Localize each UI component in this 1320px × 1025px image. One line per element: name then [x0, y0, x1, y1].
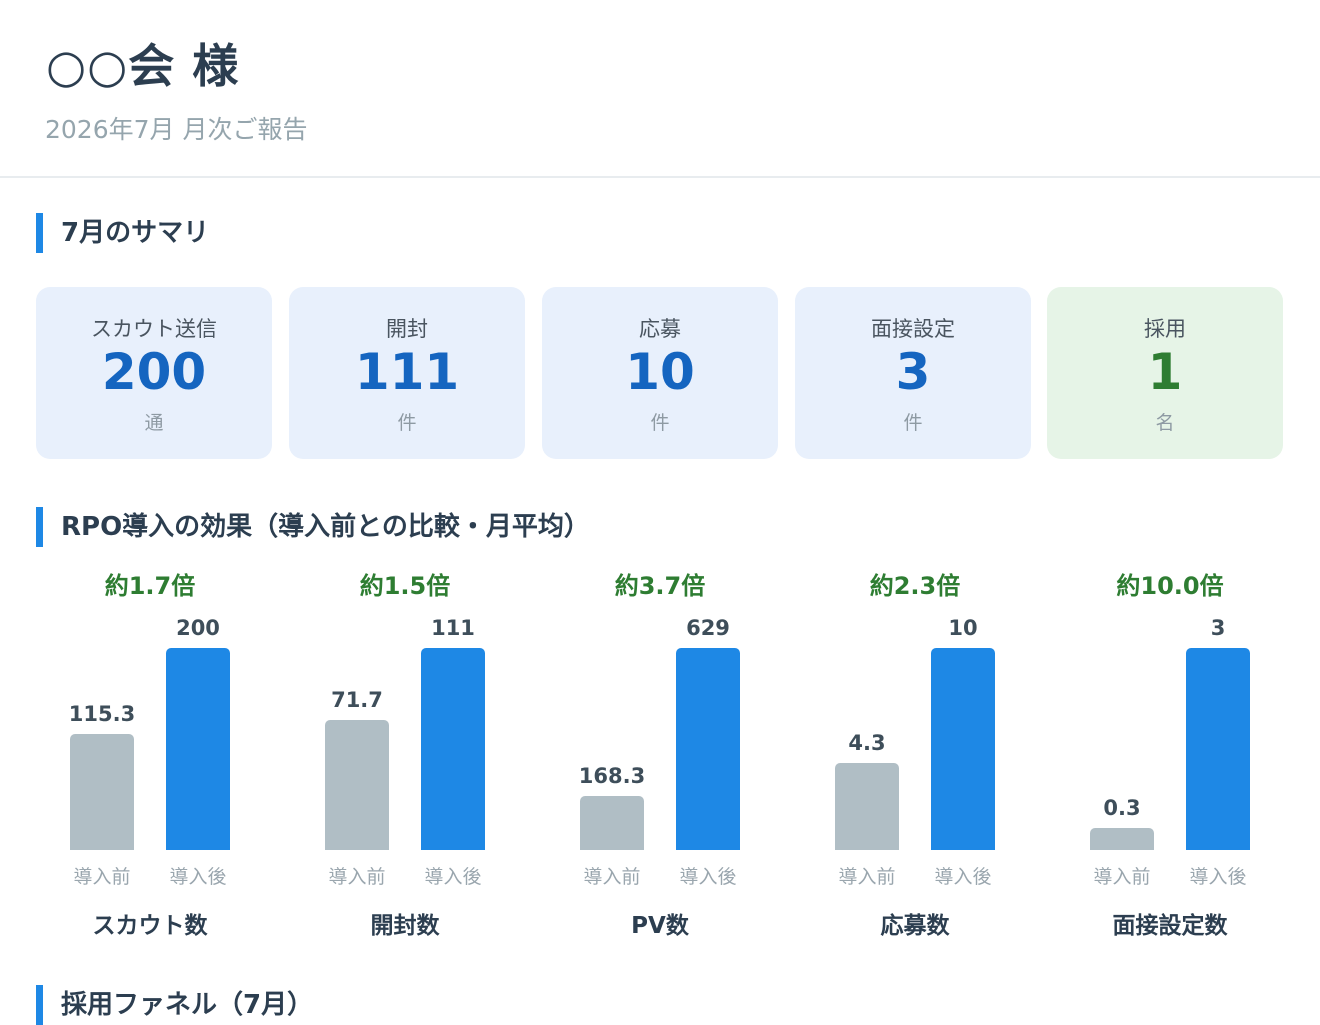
metric-label: 面接設定数	[1112, 913, 1228, 939]
kpi-unit: 件	[650, 412, 670, 434]
chart-interview: 約10.0倍 0.3 3 導入前 導入後 面接設定数	[1056, 560, 1311, 940]
kpi-card-hire: 採用 1 名	[1047, 287, 1283, 459]
kpi-card-open: 開封 111 件	[289, 287, 525, 459]
kpi-value: 10	[625, 343, 695, 401]
comparison-charts: 約1.7倍 115.3 200 導入前 導入後 スカウト数 約1.5倍 71.7…	[0, 560, 1320, 940]
metric-label: スカウト数	[92, 913, 208, 939]
bar-before	[580, 795, 644, 850]
bar-value-before: 115.3	[68, 701, 136, 726]
bar-before	[835, 763, 899, 850]
kpi-value: 200	[101, 343, 207, 401]
bar-before	[1090, 828, 1154, 850]
bar-after	[1186, 648, 1250, 850]
report-period: 2026年7月 月次ご報告	[45, 115, 308, 144]
bar-value-after: 200	[176, 616, 220, 640]
bar-after	[931, 648, 995, 850]
kpi-card-interview: 面接設定 3 件	[795, 287, 1031, 459]
client-name: ○○会 様	[46, 39, 240, 93]
metric-label: PV数	[631, 913, 689, 939]
kpi-summary: スカウト送信 200 通 開封 111 件 応募 10 件 面接設定 3 件 採…	[36, 287, 1284, 459]
ratio-label: 約2.3倍	[869, 572, 961, 600]
bar-value-after: 3	[1210, 616, 1226, 640]
bar-after	[421, 648, 485, 850]
kpi-label: 面接設定	[871, 317, 955, 341]
bar-after	[676, 648, 740, 850]
category-after: 導入後	[679, 866, 737, 888]
summary-section-title: 7月のサマリ	[36, 213, 209, 253]
kpi-value: 1	[1147, 343, 1183, 401]
chart-pv: 約3.7倍 168.3 629 導入前 導入後 PV数	[546, 560, 801, 940]
category-after: 導入後	[169, 866, 227, 888]
kpi-label: 開封	[386, 317, 428, 341]
metric-label: 開封数	[370, 913, 440, 939]
kpi-label: 採用	[1144, 317, 1186, 341]
bar-before	[70, 733, 134, 850]
bar-value-before: 4.3	[848, 731, 886, 756]
kpi-label: スカウト送信	[91, 317, 217, 341]
metric-label: 応募数	[880, 913, 950, 939]
category-before: 導入前	[328, 866, 386, 888]
chart-scout: 約1.7倍 115.3 200 導入前 導入後 スカウト数	[36, 560, 291, 940]
kpi-unit: 件	[397, 412, 417, 434]
category-after: 導入後	[424, 866, 482, 888]
kpi-card-apply: 応募 10 件	[542, 287, 778, 459]
ratio-label: 約3.7倍	[614, 572, 706, 600]
category-after: 導入後	[934, 866, 992, 888]
kpi-value: 111	[354, 343, 460, 401]
bar-value-after: 629	[686, 616, 730, 640]
report-header: ○○会 様 2026年7月 月次ご報告	[0, 0, 1320, 178]
chart-open: 約1.5倍 71.7 111 導入前 導入後 開封数	[291, 560, 546, 940]
bar-before	[325, 719, 389, 850]
kpi-unit: 名	[1155, 412, 1175, 434]
category-before: 導入前	[1093, 866, 1151, 888]
kpi-card-scout: スカウト送信 200 通	[36, 287, 272, 459]
category-before: 導入前	[838, 866, 896, 888]
bar-value-before: 168.3	[578, 763, 646, 788]
bar-value-before: 71.7	[331, 687, 383, 712]
ratio-label: 約1.7倍	[104, 572, 196, 600]
kpi-label: 応募	[639, 317, 681, 341]
ratio-label: 約1.5倍	[359, 572, 451, 600]
funnel-section-title: 採用ファネル（7月）	[36, 985, 313, 1025]
kpi-unit: 件	[903, 412, 923, 434]
effect-section-title: RPO導入の効果（導入前との比較・月平均）	[36, 507, 590, 547]
chart-apply: 約2.3倍 4.3 10 導入前 導入後 応募数	[801, 560, 1056, 940]
category-before: 導入前	[73, 866, 131, 888]
category-after: 導入後	[1189, 866, 1247, 888]
kpi-unit: 通	[144, 412, 164, 434]
ratio-label: 約10.0倍	[1116, 572, 1224, 600]
bar-value-after: 111	[431, 616, 475, 640]
bar-after	[166, 648, 230, 850]
bar-value-after: 10	[948, 616, 978, 640]
kpi-value: 3	[895, 343, 931, 401]
bar-value-before: 0.3	[1103, 796, 1141, 820]
category-before: 導入前	[583, 866, 641, 888]
